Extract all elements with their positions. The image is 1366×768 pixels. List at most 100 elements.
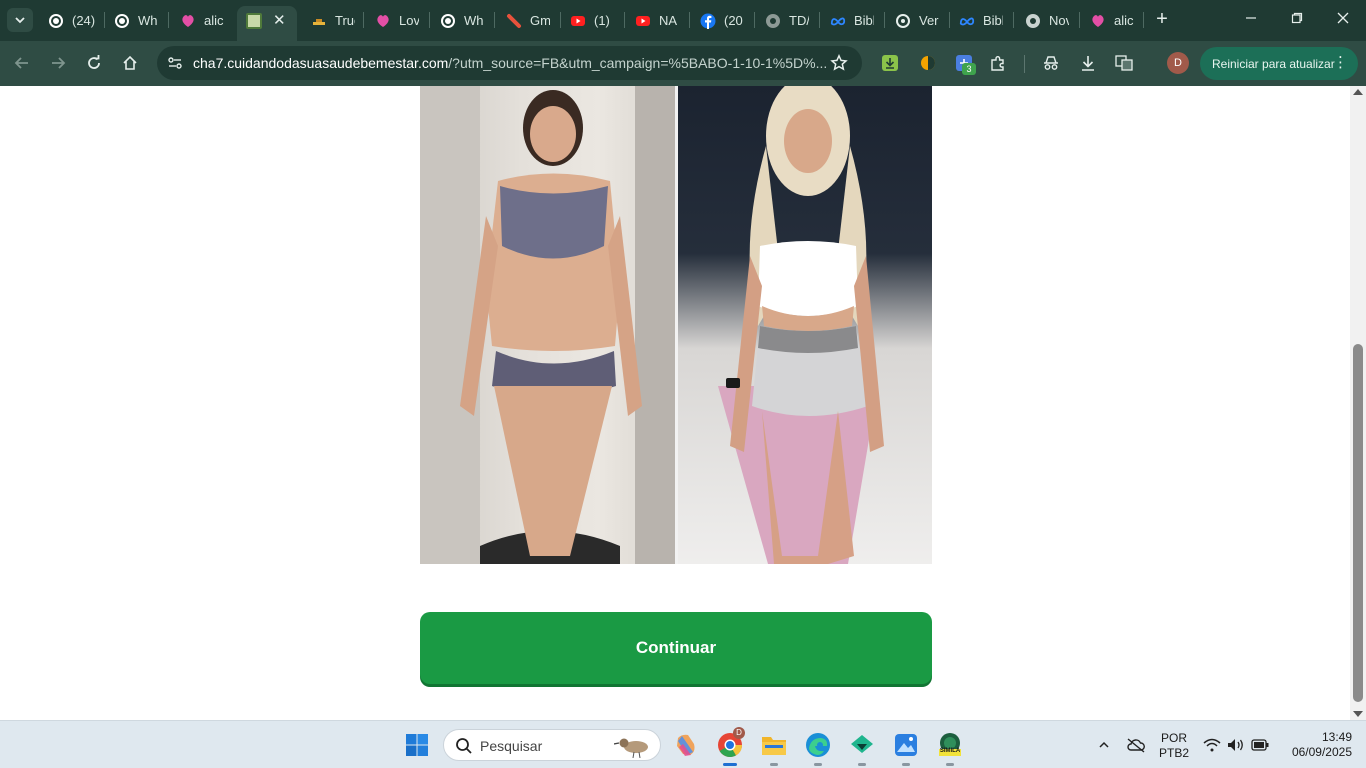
tab-chrome[interactable]: Nov [1025, 8, 1069, 33]
before-after-photo [420, 86, 932, 564]
close-window-button[interactable] [1328, 8, 1358, 32]
restore-icon [1291, 12, 1303, 24]
close-tab-icon[interactable]: ✕ [273, 11, 286, 29]
speaker-icon [1228, 739, 1243, 751]
back-button[interactable] [10, 51, 34, 75]
half-circle-icon [921, 56, 935, 70]
whatsapp-icon [114, 13, 130, 29]
download-extension-icon [882, 55, 898, 71]
continue-button[interactable]: Continuar [420, 612, 932, 684]
wallet-extension-button[interactable] [916, 51, 940, 75]
downloads-button[interactable] [1076, 51, 1100, 75]
profile-avatar[interactable]: D [1167, 52, 1189, 74]
tab-separator [363, 12, 364, 28]
edge-app[interactable] [803, 730, 833, 766]
chevron-up-icon [1099, 741, 1109, 748]
tab-meta-2[interactable]: Bibl [959, 8, 1003, 33]
minimize-button[interactable] [1236, 8, 1266, 32]
volume-button[interactable] [1226, 735, 1246, 755]
home-button[interactable] [118, 51, 142, 75]
tab-whatsapp-2[interactable]: Wh [114, 8, 158, 33]
tab-openai[interactable]: Ver [895, 8, 939, 33]
tab-separator [1079, 12, 1080, 28]
translate-button[interactable] [1112, 51, 1136, 75]
tab-separator [819, 12, 820, 28]
tab-strip: (24) Wh alic ✕ Truc Lov Wh Gm (1) [0, 0, 1366, 41]
tab-separator [494, 12, 495, 28]
tab-separator [1013, 12, 1014, 28]
tab-td[interactable]: TD/ [765, 8, 809, 33]
simila-label: SIMILA [939, 748, 961, 754]
onedrive-button[interactable] [1126, 735, 1146, 755]
search-icon [454, 736, 474, 756]
tab-label: alic [1114, 13, 1134, 28]
arrow-right-icon [52, 57, 66, 69]
tab-facebook[interactable]: (20 [700, 8, 744, 33]
windows-logo-icon [406, 734, 428, 756]
tab-whatsapp-3[interactable]: Wh [440, 8, 484, 33]
scroll-down-arrow-icon[interactable] [1353, 711, 1363, 717]
url-text[interactable]: cha7.cuidandodasuasaudebemestar.com/?utm… [193, 55, 827, 71]
taskbar-search[interactable]: Pesquisar [443, 729, 661, 761]
site-info-icon[interactable] [163, 51, 187, 75]
restart-label: Reiniciar para atualizar [1212, 56, 1335, 71]
page-viewport: Continuar [0, 86, 1350, 720]
network-button[interactable] [1202, 735, 1222, 755]
tab-separator [754, 12, 755, 28]
bookmark-star-icon[interactable] [828, 52, 850, 74]
vpn-app[interactable] [847, 730, 877, 766]
tab-youtube-1[interactable]: (1) [570, 8, 614, 33]
photos-app[interactable] [891, 730, 921, 766]
after-photo [678, 86, 932, 564]
tab-whatsapp-1[interactable]: (24) [48, 8, 98, 33]
tab-label: Nov [1049, 13, 1069, 28]
chrome-icon [1025, 13, 1041, 29]
page-scrollbar[interactable] [1350, 86, 1366, 720]
forward-button[interactable] [46, 51, 70, 75]
restart-to-update-button[interactable]: Reiniciar para atualizar ⋮ [1200, 47, 1358, 80]
chrome-app[interactable]: D [715, 727, 745, 766]
tab-youtube-2[interactable]: NA [635, 8, 679, 33]
show-hidden-icons-button[interactable] [1094, 735, 1114, 755]
running-indicator [814, 763, 822, 766]
incognito-button[interactable] [1039, 51, 1063, 75]
download-extension-button[interactable] [878, 51, 902, 75]
address-bar[interactable]: cha7.cuidandodasuasaudebemestar.com/?utm… [157, 46, 862, 80]
whatsapp-icon [440, 13, 456, 29]
tab-lov[interactable]: Lov [375, 8, 419, 33]
file-explorer-app[interactable] [759, 730, 789, 766]
extensions-button[interactable] [986, 51, 1010, 75]
meta-icon [959, 13, 975, 29]
page-icon [246, 13, 262, 29]
tab-label: Bibl [983, 13, 1003, 28]
alice-icon [375, 13, 391, 29]
new-tab-button[interactable]: + [1151, 9, 1173, 31]
translate-extension-button[interactable]: 3 [952, 51, 976, 75]
running-indicator [858, 763, 866, 766]
tab-gm[interactable]: Gm [506, 8, 550, 33]
tab-alice-2[interactable]: alic [1090, 8, 1134, 33]
clock[interactable]: 13:49 06/09/2025 [1280, 730, 1352, 760]
scroll-thumb[interactable] [1353, 344, 1363, 702]
battery-button[interactable] [1250, 735, 1270, 755]
tab-meta-1[interactable]: Bibl [830, 8, 874, 33]
tab-search-button[interactable] [7, 8, 33, 32]
copilot-app[interactable] [671, 730, 701, 760]
reload-button[interactable] [82, 51, 106, 75]
running-indicator [770, 763, 778, 766]
tab-active[interactable]: ✕ [237, 6, 297, 41]
home-icon [123, 55, 137, 70]
youtube-icon [570, 13, 586, 29]
simila-app[interactable]: SIMILA [935, 730, 965, 766]
tab-truc[interactable]: Truc [311, 8, 355, 33]
more-menu-icon[interactable]: ⋮ [1333, 54, 1348, 71]
chrome-profile-badge: D [733, 727, 745, 739]
restore-button[interactable] [1282, 8, 1312, 32]
minimize-icon [1246, 17, 1256, 19]
start-button[interactable] [402, 730, 432, 760]
tab-alice-1[interactable]: alic [180, 8, 224, 33]
language-indicator[interactable]: POR PTB2 [1156, 731, 1192, 761]
url-host: cha7.cuidandodasuasaudebemestar.com [193, 55, 449, 71]
extension-badge: 3 [962, 63, 976, 75]
scroll-up-arrow-icon[interactable] [1353, 89, 1363, 95]
